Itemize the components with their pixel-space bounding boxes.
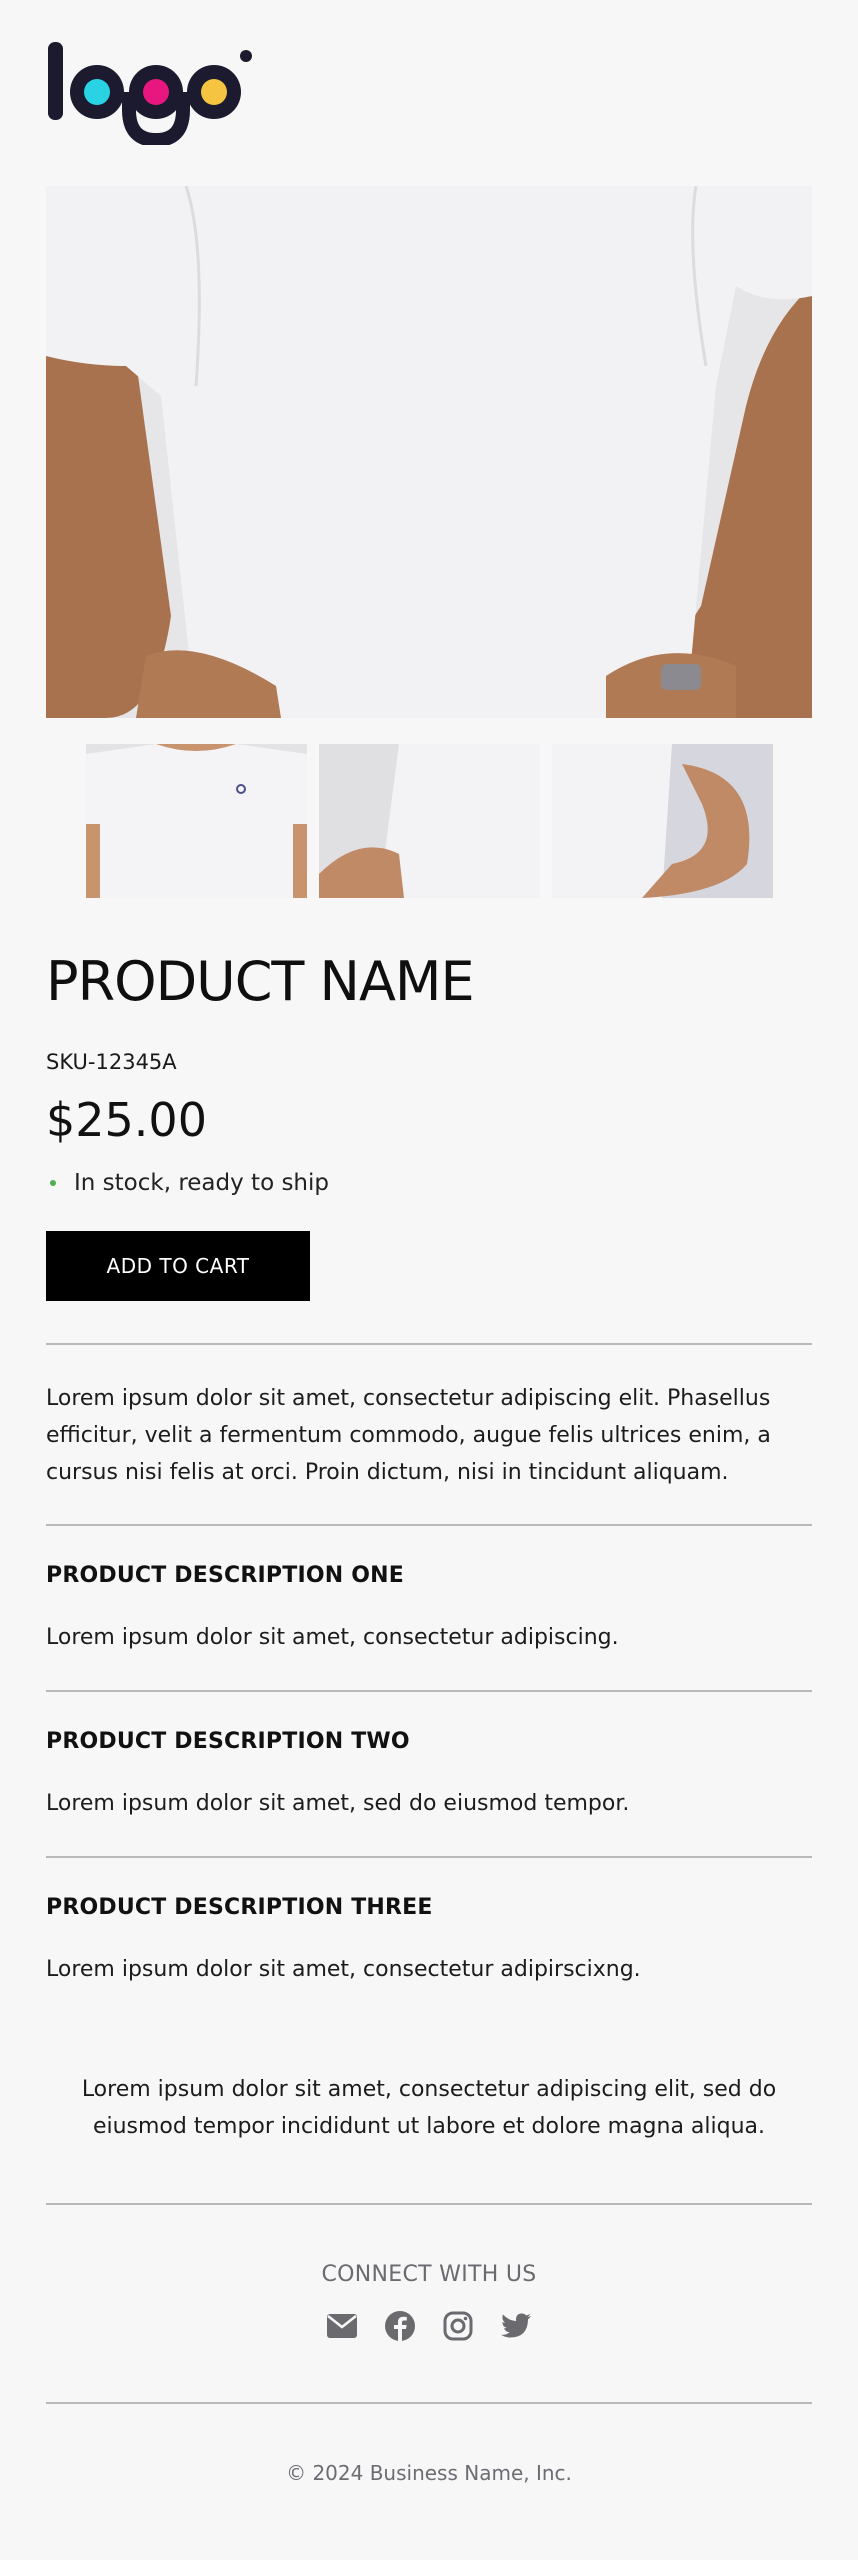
divider — [46, 2203, 812, 2205]
add-to-cart-button[interactable]: ADD TO CART — [46, 1231, 310, 1301]
thumbnail-strip — [86, 744, 776, 898]
facebook-icon[interactable] — [384, 2310, 416, 2342]
product-title: PRODUCT NAME — [46, 950, 475, 1013]
divider — [46, 1690, 812, 1692]
section-three-body: Lorem ipsum dolor sit amet, consectetur … — [46, 1957, 641, 1982]
section-two-body: Lorem ipsum dolor sit amet, sed do eiusm… — [46, 1791, 630, 1816]
divider — [46, 2402, 812, 2404]
product-main-image[interactable] — [46, 186, 812, 718]
stock-status: In stock, ready to ship — [46, 1170, 329, 1196]
thumbnail-back[interactable] — [552, 744, 773, 898]
footer-blurb: Lorem ipsum dolor sit amet, consectetur … — [81, 2077, 777, 2139]
thumbnail-side[interactable] — [319, 744, 540, 898]
stock-indicator-dot — [50, 1180, 56, 1186]
divider — [46, 1524, 812, 1526]
stock-status-text: In stock, ready to ship — [74, 1170, 329, 1196]
social-links — [46, 2310, 812, 2342]
product-price: $25.00 — [46, 1093, 207, 1147]
twitter-icon[interactable] — [500, 2310, 532, 2342]
copyright-text: © 2024 Business Name, Inc. — [286, 2461, 572, 2485]
brand-logo[interactable] — [46, 40, 256, 145]
divider — [46, 1343, 812, 1345]
product-sku: SKU-12345A — [46, 1050, 177, 1074]
section-two-heading: PRODUCT DESCRIPTION TWO — [46, 1729, 410, 1754]
product-intro: Lorem ipsum dolor sit amet, consectetur … — [46, 1386, 771, 1485]
divider — [46, 1856, 812, 1858]
section-three-heading: PRODUCT DESCRIPTION THREE — [46, 1895, 433, 1920]
connect-heading: CONNECT WITH US — [321, 2262, 537, 2287]
email-icon[interactable] — [326, 2310, 358, 2342]
section-one-heading: PRODUCT DESCRIPTION ONE — [46, 1563, 404, 1588]
thumbnail-front[interactable] — [86, 744, 307, 898]
instagram-icon[interactable] — [442, 2310, 474, 2342]
section-one-body: Lorem ipsum dolor sit amet, consectetur … — [46, 1625, 619, 1650]
